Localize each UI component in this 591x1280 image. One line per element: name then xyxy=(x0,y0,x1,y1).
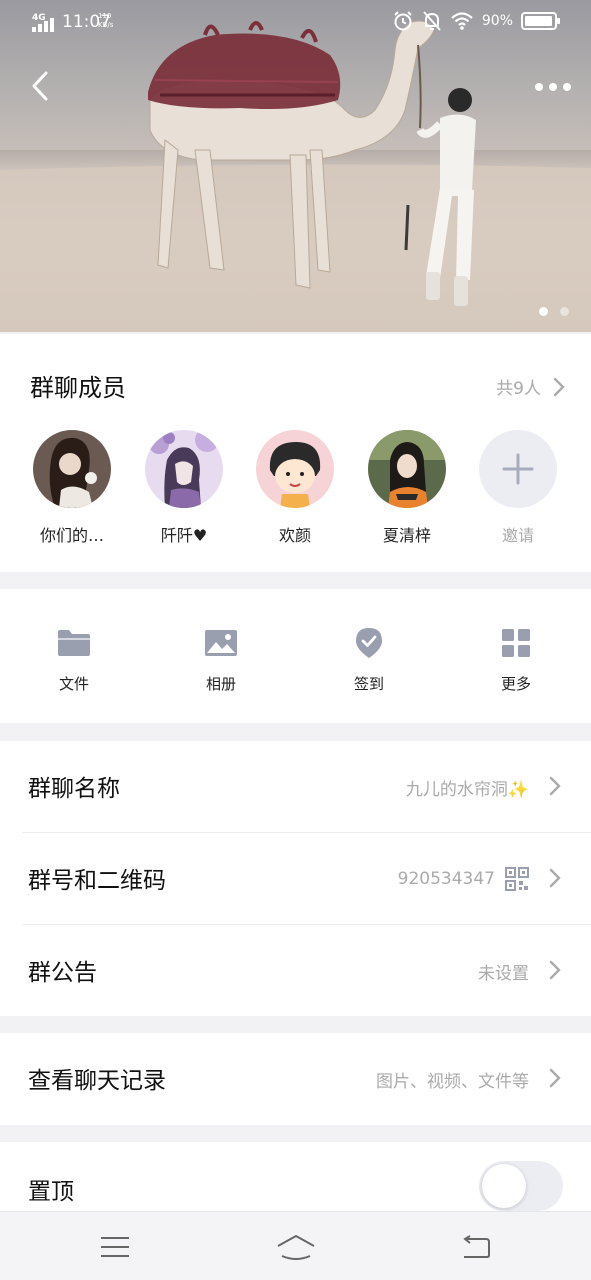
member-item[interactable]: 你们的… xyxy=(22,430,122,546)
chevron-right-icon xyxy=(549,868,561,888)
pin-section: 置顶 xyxy=(0,1142,591,1222)
menu-icon xyxy=(101,1237,129,1257)
more-horizontal-icon xyxy=(535,83,571,91)
tool-label: 相册 xyxy=(205,675,236,693)
group-qr-row[interactable]: 群号和二维码 920534347 xyxy=(0,833,591,925)
add-member-circle xyxy=(479,430,557,508)
chevron-right-icon xyxy=(553,377,565,396)
chat-history-value: 图片、视频、文件等 xyxy=(376,1072,529,1092)
member-name: 阡阡♥ xyxy=(160,526,208,545)
group-name-value: 九儿的水帘洞✨ xyxy=(405,780,529,800)
group-id-value: 920534347 xyxy=(398,867,529,891)
mute-bell-icon xyxy=(423,11,441,31)
tool-label: 更多 xyxy=(500,675,531,693)
back-button[interactable] xyxy=(20,66,60,106)
return-icon xyxy=(463,1235,490,1258)
invite-label: 邀请 xyxy=(501,526,534,545)
chevron-right-icon xyxy=(549,960,561,980)
chevron-left-icon xyxy=(32,71,48,101)
row-title: 群公告 xyxy=(28,960,97,986)
pin-toggle[interactable] xyxy=(479,1161,563,1211)
home-button[interactable] xyxy=(271,1230,321,1264)
carousel-dot-active xyxy=(539,307,548,316)
row-title: 群聊名称 xyxy=(28,776,120,802)
announcement-row[interactable]: 群公告 未设置 xyxy=(0,925,591,1017)
signal-icon: 4G xyxy=(32,12,58,37)
toggle-knob xyxy=(482,1164,526,1208)
home-icon xyxy=(277,1235,315,1260)
tools-section: 文件 相册 签到 更多 xyxy=(0,589,591,723)
more-button[interactable] xyxy=(531,70,575,104)
group-cover-photo[interactable]: 4G 11:07 110 KB/s 90% xyxy=(0,0,591,332)
alarm-icon xyxy=(394,11,412,31)
invite-member-button[interactable]: 邀请 xyxy=(468,430,568,546)
row-title: 群号和二维码 xyxy=(28,868,166,894)
chevron-right-icon xyxy=(549,776,561,796)
member-name: 夏清梓 xyxy=(382,526,431,545)
member-name: 欢颜 xyxy=(278,526,311,545)
menu-button[interactable] xyxy=(90,1230,140,1264)
members-count-link[interactable]: 共9人 xyxy=(496,374,565,399)
avatar xyxy=(33,430,111,508)
avatar xyxy=(368,430,446,508)
checkin-icon xyxy=(356,628,382,658)
member-item[interactable]: 夏清梓 xyxy=(357,430,457,546)
system-navigation-bar xyxy=(0,1211,591,1280)
chevron-right-icon xyxy=(549,1068,561,1088)
members-title: 群聊成员 xyxy=(30,374,126,402)
pin-row: 置顶 xyxy=(0,1142,591,1222)
members-count: 共9人 xyxy=(496,379,541,399)
back-nav-button[interactable] xyxy=(450,1230,500,1264)
plus-icon xyxy=(502,453,534,485)
group-name-row[interactable]: 群聊名称 九儿的水帘洞✨ xyxy=(0,741,591,833)
avatar xyxy=(145,430,223,508)
album-tool[interactable]: 相册 xyxy=(176,627,266,694)
tool-label: 文件 xyxy=(58,675,89,693)
member-name: 你们的… xyxy=(39,526,104,545)
camel-photo-illustration xyxy=(0,20,591,332)
group-settings-section: 群聊名称 九儿的水帘洞✨ 群号和二维码 920534347 群公告 未设置 xyxy=(0,741,591,1016)
member-item[interactable]: 欢颜 xyxy=(245,430,345,546)
carousel-indicator xyxy=(539,307,569,316)
avatar xyxy=(256,430,334,508)
status-bar: 4G 11:07 110 KB/s 90% xyxy=(0,0,591,46)
qr-code-icon xyxy=(505,867,529,891)
checkin-tool[interactable]: 签到 xyxy=(324,627,414,694)
file-tool[interactable]: 文件 xyxy=(29,627,119,694)
battery-percent: 90% xyxy=(481,13,513,29)
folder-icon xyxy=(58,630,90,656)
announcement-value: 未设置 xyxy=(478,964,529,984)
row-title: 查看聊天记录 xyxy=(28,1068,166,1094)
grid-icon xyxy=(502,629,530,657)
row-title: 置顶 xyxy=(28,1179,74,1205)
battery-icon xyxy=(521,12,560,30)
chat-history-row[interactable]: 查看聊天记录 图片、视频、文件等 xyxy=(0,1033,591,1125)
wifi-icon xyxy=(451,12,473,30)
tool-label: 签到 xyxy=(353,675,384,693)
chat-history-section: 查看聊天记录 图片、视频、文件等 xyxy=(0,1033,591,1125)
member-item[interactable]: 阡阡♥ xyxy=(134,430,234,546)
svg-text:4G: 4G xyxy=(32,13,46,23)
more-tool[interactable]: 更多 xyxy=(471,627,561,694)
image-icon xyxy=(205,630,237,656)
members-section: 群聊成员 共9人 你们的… 阡阡♥ 欢颜 夏清梓 邀请 xyxy=(0,334,591,572)
network-speed: 110 KB/s xyxy=(98,12,114,29)
carousel-dot xyxy=(560,307,569,316)
